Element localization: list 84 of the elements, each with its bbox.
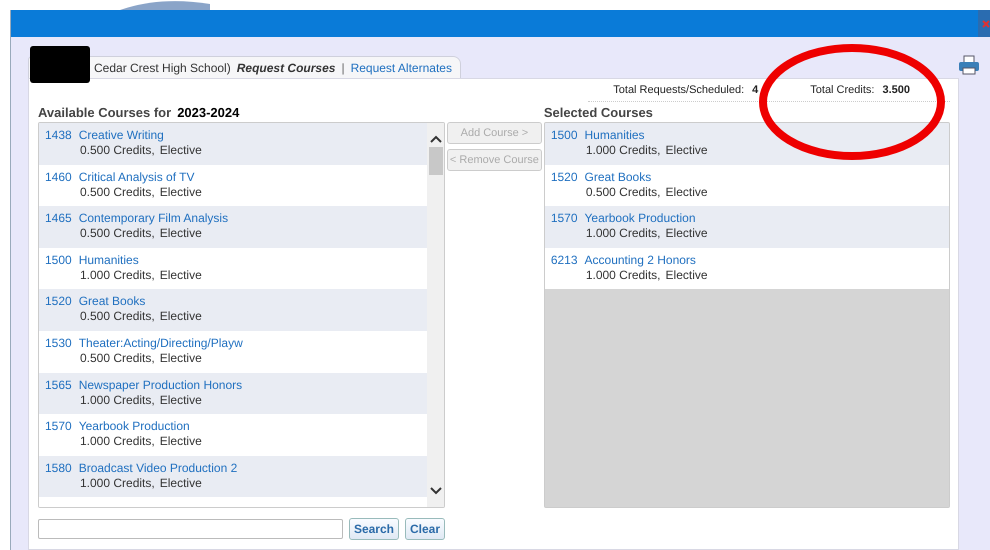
course-code: 1460 [45,170,72,184]
available-courses-heading: Available Courses for [38,104,172,120]
course-row[interactable]: 1565 Newspaper Production Honors 1.000 Credits, Elective [39,372,427,414]
course-type: Elective [160,226,202,240]
course-type: Elective [160,392,202,407]
course-code: 1570 [550,211,578,226]
course-credits: 1.000 Credits, [80,476,155,490]
close-button[interactable] [978,10,990,37]
course-code: 1580 [45,460,72,475]
course-type: Elective [160,268,202,282]
course-row[interactable]: 6213 Accounting 2 Honors 1.000 Credits, Elective [544,248,949,290]
course-code: 1520 [550,170,578,184]
course-row[interactable]: 1570 Yearbook Production 1.000 Credits, Elective [544,206,949,248]
course-type: Elective [160,143,202,157]
search-button[interactable]: Clear [404,518,445,540]
course-row[interactable]: 1438 Creative Writing 0.500 Credits, Elective [39,123,427,165]
course-name-link[interactable]: Great Books [584,170,652,184]
course-code: 1438 [45,128,72,142]
course-code: 1500 [45,252,72,267]
search-field[interactable] [38,519,343,539]
course-type: Elective [160,350,202,365]
course-credits: 1.000 Credits, [586,143,661,157]
course-name-link[interactable]: Humanities [584,128,645,142]
course-credits: 0.500 Credits, [80,226,155,240]
course-credits: 0.500 Credits, [80,350,155,365]
course-type: Elective [666,184,708,199]
logo-swoosh-icon [120,0,210,10]
total-requests-value: 4 [752,84,758,96]
course-type: Elective [160,184,202,199]
course-row[interactable]: 1520 Great Books 0.500 Credits, Elective [39,289,427,331]
course-name-link[interactable]: Broadcast Video Production 2 [78,460,238,475]
course-code: 6213 [550,252,578,267]
search-button[interactable]: Search [348,518,399,540]
course-code: 1500 [550,128,578,142]
scroll-up-icon[interactable] [430,135,442,143]
course-credits: 1.000 Credits, [586,268,661,282]
close-icon[interactable] [982,20,990,28]
course-row[interactable]: 1580 Broadcast Video Production 2 1.000 Credits, Elective [39,456,427,498]
printer-icon[interactable] [958,55,980,75]
course-name-link[interactable]: Accounting 2 Honors [584,252,696,267]
course-credits: 1.000 Credits, [80,268,155,282]
redaction-block [30,46,90,83]
total-credits-value: 3.500 [882,84,910,96]
course-type: Elective [666,268,708,282]
course-row[interactable]: 1520 Great Books 0.500 Credits, Elective [544,164,949,206]
tab-separator: | [341,60,345,74]
school-name: Cedar Crest High School) [94,60,231,74]
course-name-link[interactable]: Contemporary Film Analysis [78,211,228,226]
scroll-down-icon[interactable] [430,487,442,495]
course-code: 1570 [45,419,72,434]
course-credits: 1.000 Credits, [80,392,155,407]
course-credits: 0.500 Credits, [80,184,155,199]
course-type: Elective [666,226,708,240]
course-type: Elective [160,434,202,448]
school-year: 2023-2024 [177,104,240,120]
course-credits: 0.500 Credits, [80,143,155,157]
course-row[interactable]: 1500 Humanities 1.000 Credits, Elective [544,123,949,165]
course-type: Elective [160,476,202,490]
course-code: 1530 [45,336,72,350]
course-credits: 0.500 Credits, [80,309,155,324]
course-code: 1520 [45,294,72,308]
course-type: Elective [160,309,202,324]
course-name-link[interactable]: Newspaper Production Honors [78,378,242,392]
course-name-link[interactable]: Humanities [78,252,139,267]
course-code: 1565 [45,378,72,392]
course-credits: 1.000 Credits, [586,226,661,240]
selected-courses-heading: Selected Courses [544,104,653,120]
course-type: Elective [666,143,708,157]
course-credits: 0.500 Credits, [586,184,661,199]
tab[interactable]: Request Alternates [350,60,452,74]
total-credits-label: Total Credits: [810,84,874,96]
course-name-link[interactable]: Theater:Acting/Directing/Playw [78,336,243,350]
course-name-link[interactable]: Great Books [78,294,146,308]
course-credits: 1.000 Credits, [80,434,155,448]
total-requests-label: Total Requests/Scheduled: [613,84,744,96]
tab[interactable]: Request Courses [236,60,336,74]
course-name-link[interactable]: Creative Writing [78,128,164,142]
course-code: 1465 [45,211,72,226]
course-name-link[interactable]: Critical Analysis of TV [78,170,195,184]
scrollbar[interactable] [427,123,444,507]
course-name-link[interactable]: Yearbook Production [584,211,696,226]
course-row[interactable]: 1465 Contemporary Film Analysis 0.500 Credits, Elective [39,206,427,248]
scrollbar-thumb[interactable] [428,147,442,175]
course-name-link[interactable]: Yearbook Production [78,419,190,434]
